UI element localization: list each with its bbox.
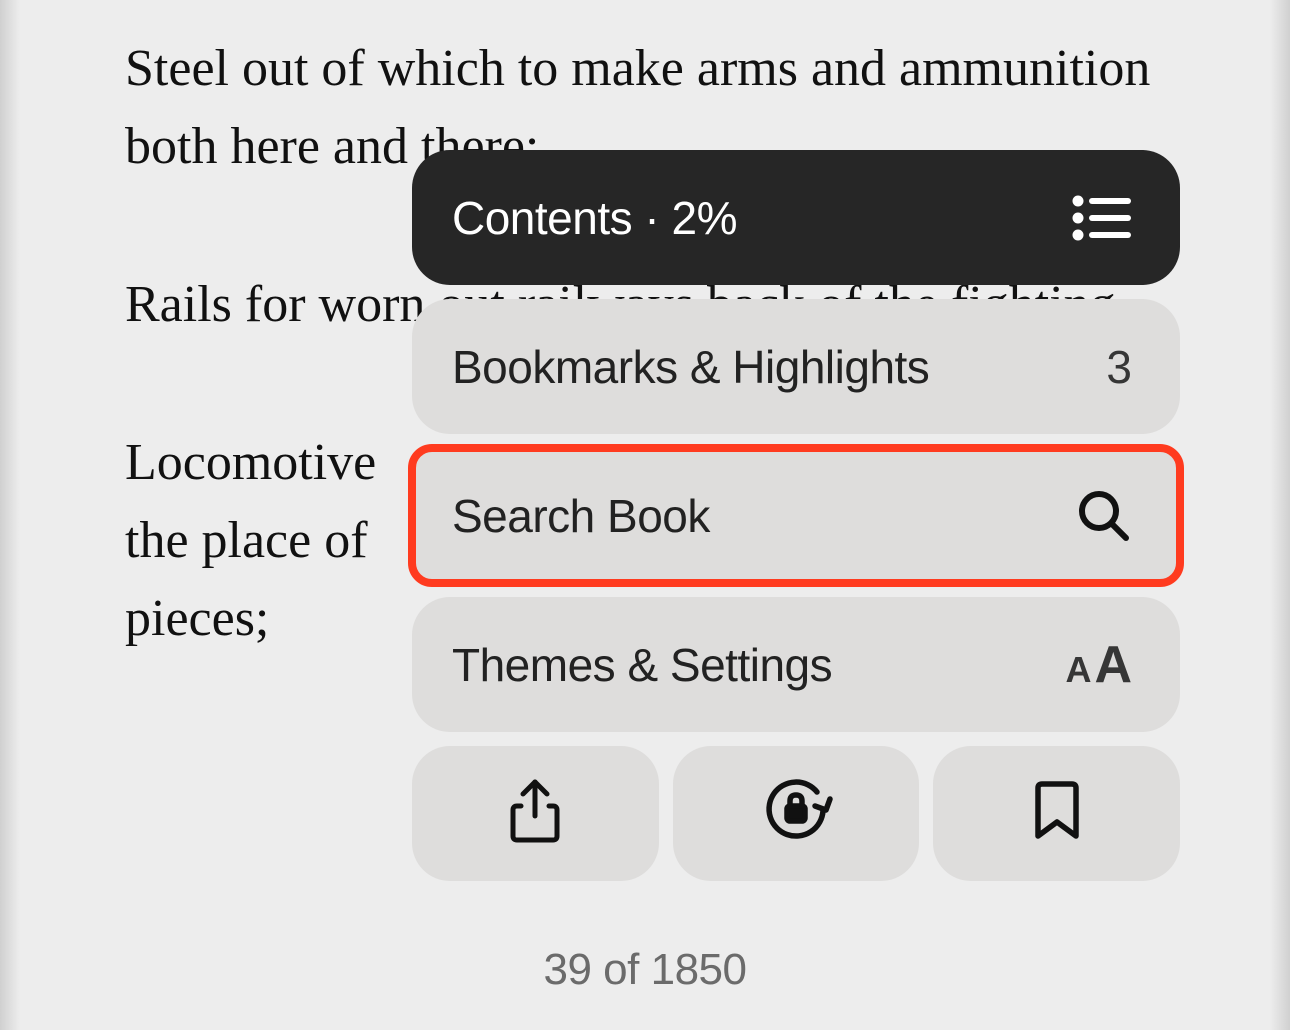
share-icon xyxy=(507,778,563,849)
list-icon xyxy=(1072,193,1132,243)
search-book-button[interactable]: Search Book xyxy=(412,448,1180,583)
page-indicator: 39 of 1850 xyxy=(0,945,1290,995)
bookmarks-highlights-button[interactable]: Bookmarks & Highlights 3 xyxy=(412,299,1180,434)
bookmarks-label: Bookmarks & Highlights xyxy=(452,340,929,394)
bookmark-button[interactable] xyxy=(933,746,1180,881)
font-size-icon: AA xyxy=(1065,635,1132,695)
search-icon xyxy=(1076,488,1132,544)
contents-label: Contents · 2% xyxy=(452,191,737,245)
rotation-lock-icon xyxy=(757,776,835,851)
page-left-edge xyxy=(0,0,20,1030)
contents-button[interactable]: Contents · 2% xyxy=(412,150,1180,285)
share-button[interactable] xyxy=(412,746,659,881)
action-row xyxy=(412,746,1180,881)
page-right-edge xyxy=(1270,0,1290,1030)
search-label: Search Book xyxy=(452,489,710,543)
bookmarks-count: 3 xyxy=(1106,340,1132,394)
bookmark-icon xyxy=(1034,780,1080,847)
themes-label: Themes & Settings xyxy=(452,638,832,692)
reader-menu-panel: Contents · 2% Bookmarks & Highlights 3 S… xyxy=(412,150,1180,881)
orientation-lock-button[interactable] xyxy=(673,746,920,881)
themes-settings-button[interactable]: Themes & Settings AA xyxy=(412,597,1180,732)
